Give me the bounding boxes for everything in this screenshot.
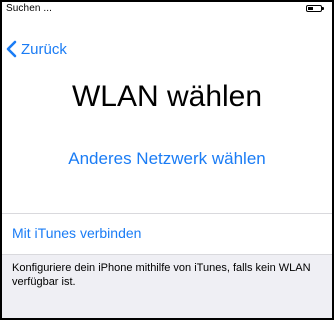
itunes-footer: Konfiguriere dein iPhone mithilfe von iT…	[2, 254, 332, 318]
other-network-button[interactable]: Anderes Netzwerk wählen	[2, 149, 332, 169]
connect-itunes-button[interactable]: Mit iTunes verbinden	[2, 214, 332, 254]
connect-itunes-label: Mit iTunes verbinden	[12, 225, 142, 241]
back-button[interactable]: Zurück	[6, 38, 67, 60]
page-title: WLAN wählen	[71, 80, 263, 113]
back-label: Zurück	[21, 40, 67, 58]
battery-icon	[306, 5, 324, 12]
carrier-status: Suchen ...	[6, 3, 53, 14]
itunes-description: Konfiguriere dein iPhone mithilfe von iT…	[12, 262, 311, 288]
status-bar: Suchen ...	[2, 2, 332, 16]
phone-screen: Suchen ... Zurück WLAN wählen Anderes Ne…	[0, 0, 334, 320]
chevron-left-icon	[6, 40, 17, 58]
